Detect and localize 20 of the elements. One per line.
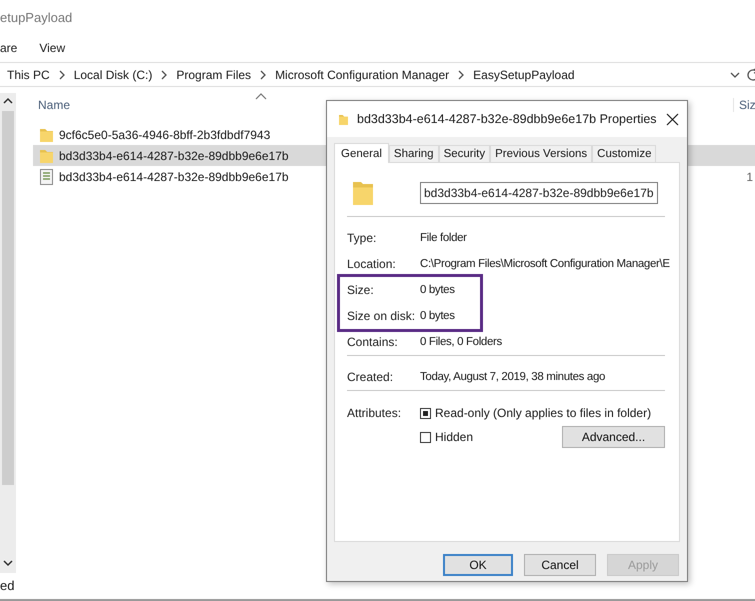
property-label: Location: <box>347 257 397 271</box>
property-label: Attributes: <box>347 405 402 422</box>
property-value: C:\Program Files\Microsoft Configuration Manager\E <box>420 258 670 270</box>
property-label: Size on disk: <box>347 309 416 323</box>
dialog-title: bd3d33b4-e614-4287-b32e-89dbb9e6e17b Properties <box>357 112 657 126</box>
property-label: Size: <box>347 283 375 297</box>
file-size: 1 <box>746 170 754 184</box>
window-title: etupPayload <box>0 9 74 27</box>
property-label: Contains: <box>347 335 399 349</box>
property-label: Type: <box>347 231 378 245</box>
file-name: 9cf6c5e0-5a36-4946-8bff-2b3fdbdf7943 <box>59 128 270 142</box>
status-text: ed <box>0 577 16 595</box>
property-label: Created: <box>347 370 394 384</box>
property-value: 0 bytes <box>420 310 455 322</box>
property-value: 0 bytes <box>420 284 455 296</box>
file-name: bd3d33b4-e614-4287-b32e-89dbb9e6e17b <box>59 170 289 184</box>
property-value: File folder <box>420 232 467 244</box>
property-value: 0 Files, 0 Folders <box>420 336 502 348</box>
property-value: Today, August 7, 2019, 38 minutes ago <box>420 371 606 383</box>
file-name: bd3d33b4-e614-4287-b32e-89dbb9e6e17b <box>59 148 289 162</box>
